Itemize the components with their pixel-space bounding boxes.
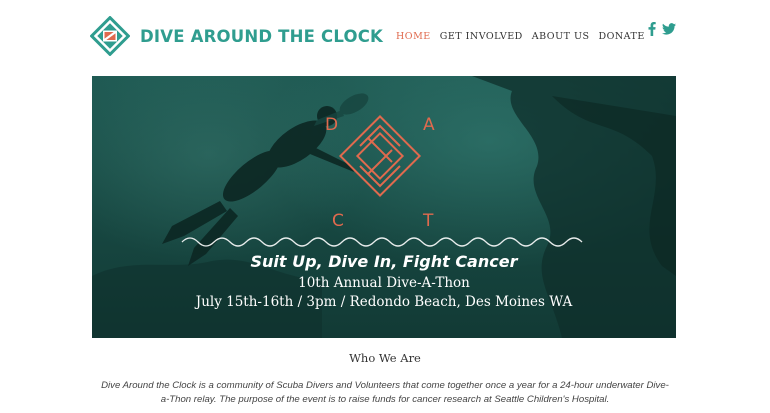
hero-tagline: Suit Up, Dive In, Fight Cancer (250, 252, 518, 271)
dact-letter-c: C (332, 211, 344, 231)
hero-banner: D A C T Suit Up, Dive In, Fight Cancer 1… (92, 76, 676, 338)
dact-letter-t: T (422, 211, 434, 231)
nav-home[interactable]: HOME (396, 31, 431, 42)
hero-event-title: 10th Annual Dive-A-Thon (298, 275, 470, 291)
site-logo[interactable]: DIVE AROUND THE CLOCK (90, 16, 383, 56)
nav-donate[interactable]: DONATE (598, 31, 644, 42)
dact-letter-a: A (423, 115, 435, 135)
dact-logo-icon (338, 114, 422, 198)
social-links (648, 22, 676, 36)
site-title: DIVE AROUND THE CLOCK (140, 26, 384, 46)
nav-get-involved[interactable]: GET INVOLVED (440, 31, 523, 42)
dact-letter-d: D (325, 115, 338, 135)
nav-about-us[interactable]: ABOUT US (532, 31, 590, 42)
twitter-icon[interactable] (662, 23, 676, 35)
who-we-are-text: Dive Around the Clock is a community of … (101, 380, 669, 405)
who-we-are-heading: Who We Are (349, 351, 421, 365)
main-nav: HOME GET INVOLVED ABOUT US DONATE (396, 31, 645, 42)
facebook-icon[interactable] (648, 22, 656, 36)
wave-divider (181, 237, 583, 247)
hero-event-details: July 15th-16th / 3pm / Redondo Beach, De… (195, 294, 573, 310)
dive-flag-diamond-icon (90, 16, 130, 56)
